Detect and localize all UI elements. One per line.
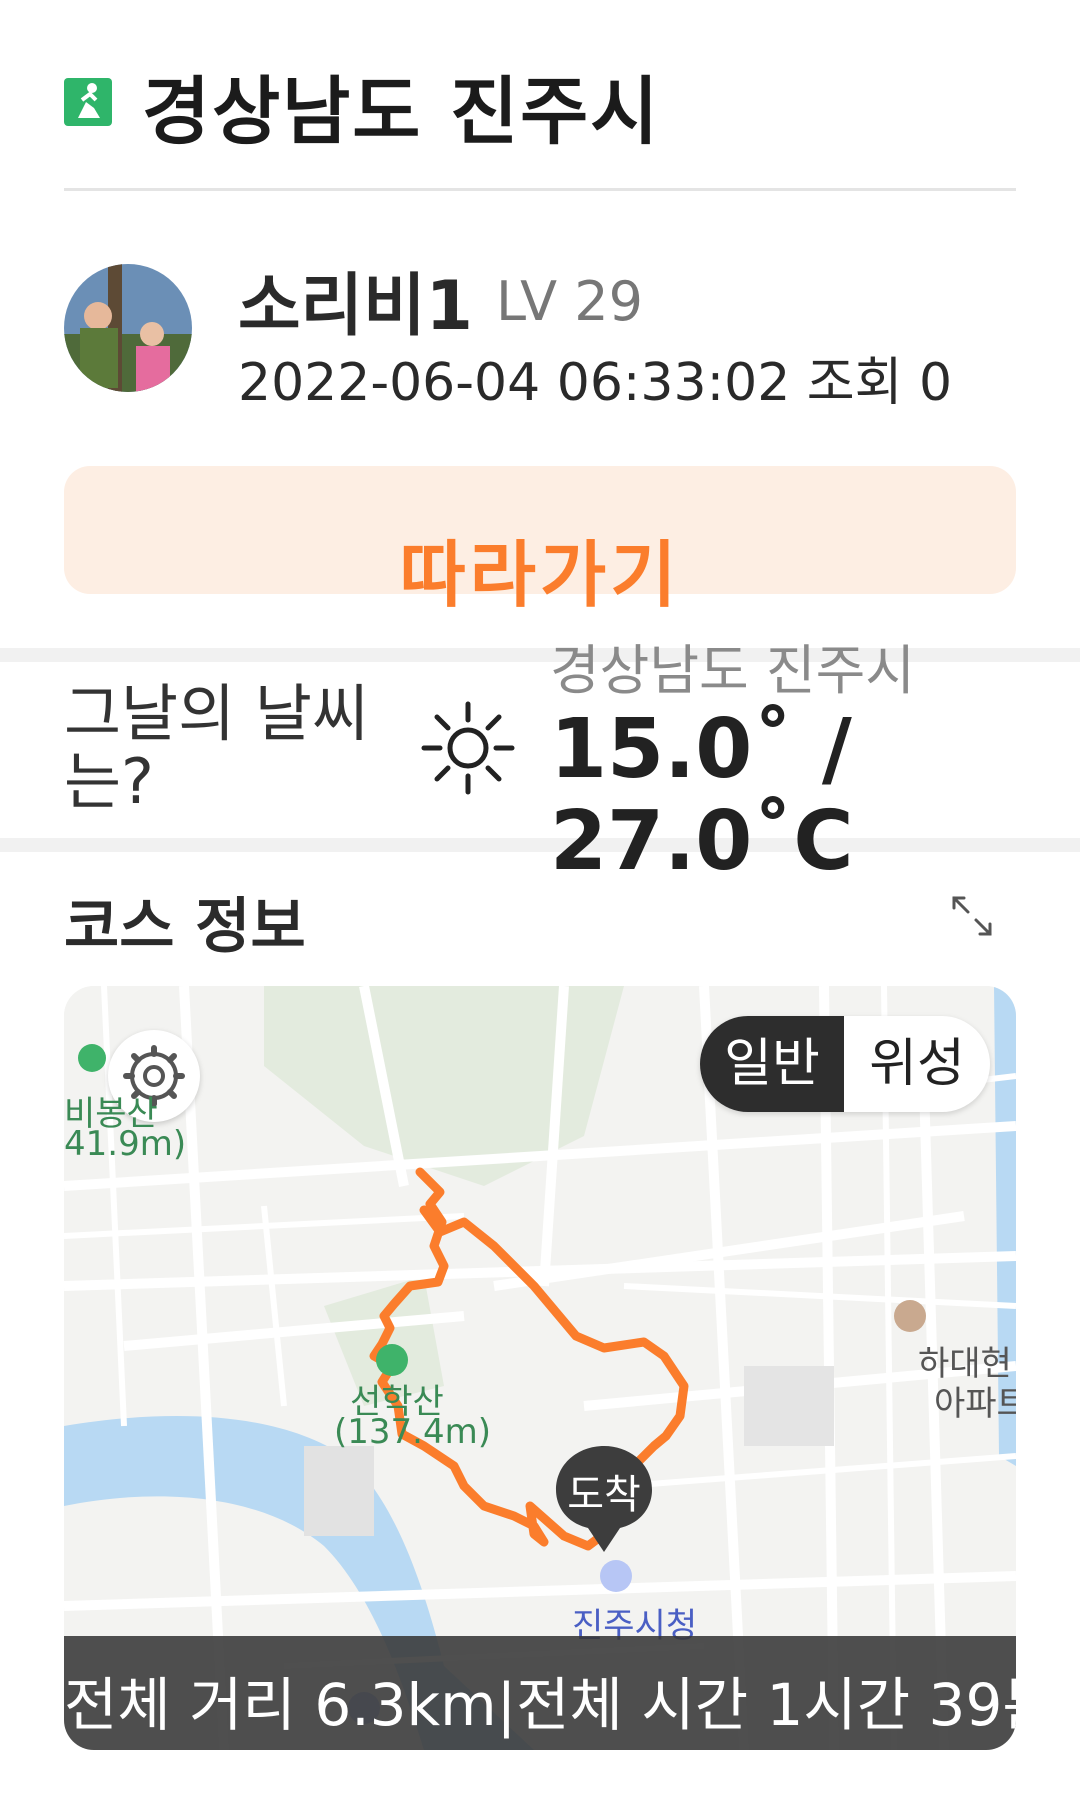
follow-label: 따라가기 bbox=[399, 533, 681, 617]
weather-location: 경상남도 진주시 bbox=[550, 639, 915, 702]
map-label-apartment: 아파트 bbox=[934, 1384, 1016, 1424]
hiking-icon bbox=[64, 78, 112, 126]
temp-line1: 15.0˚ / bbox=[550, 702, 852, 797]
weather-temperature: 15.0˚ / 27.0˚C bbox=[550, 704, 854, 888]
divider bbox=[0, 648, 1080, 662]
user-name[interactable]: 소리비1 bbox=[238, 250, 473, 349]
map-type-normal[interactable]: 일반 bbox=[700, 1016, 844, 1112]
map-label-altitude: 41.9m) bbox=[64, 1124, 187, 1164]
divider bbox=[0, 838, 1080, 852]
arrival-label: 도착 bbox=[567, 1472, 641, 1518]
expand-icon[interactable] bbox=[948, 892, 996, 940]
section-title: 코스 정보 bbox=[64, 892, 306, 962]
course-stats: 전체 거리 6.3km|전체 시간 1시간 39분 bbox=[64, 1671, 1016, 1739]
page-title: 경상남도 진주시 bbox=[142, 69, 661, 155]
temp-line2: 27.0˚C bbox=[550, 794, 854, 889]
map-label-altitude: (137.4m) bbox=[334, 1412, 491, 1452]
post-meta: 2022-06-04 06:33:02 조회 0 bbox=[238, 353, 953, 413]
user-level: LV 29 bbox=[496, 270, 643, 333]
map-type-satellite[interactable]: 위성 bbox=[844, 1016, 990, 1112]
divider bbox=[64, 188, 1016, 191]
course-stats-bar: 전체 거리 6.3km|전체 시간 1시간 39분 bbox=[64, 1636, 1016, 1750]
follow-button[interactable]: 따라가기 bbox=[64, 466, 1016, 617]
avatar[interactable] bbox=[64, 264, 192, 392]
course-map[interactable]: 일반 위성 비봉산 41.9m) 선학산 (137.4m) 하대현 아파트 진주… bbox=[64, 986, 1016, 1750]
map-type-toggle[interactable]: 일반 위성 bbox=[700, 1016, 990, 1112]
sun-icon bbox=[420, 700, 516, 796]
weather-question: 그날의 날씨는? bbox=[64, 677, 369, 818]
